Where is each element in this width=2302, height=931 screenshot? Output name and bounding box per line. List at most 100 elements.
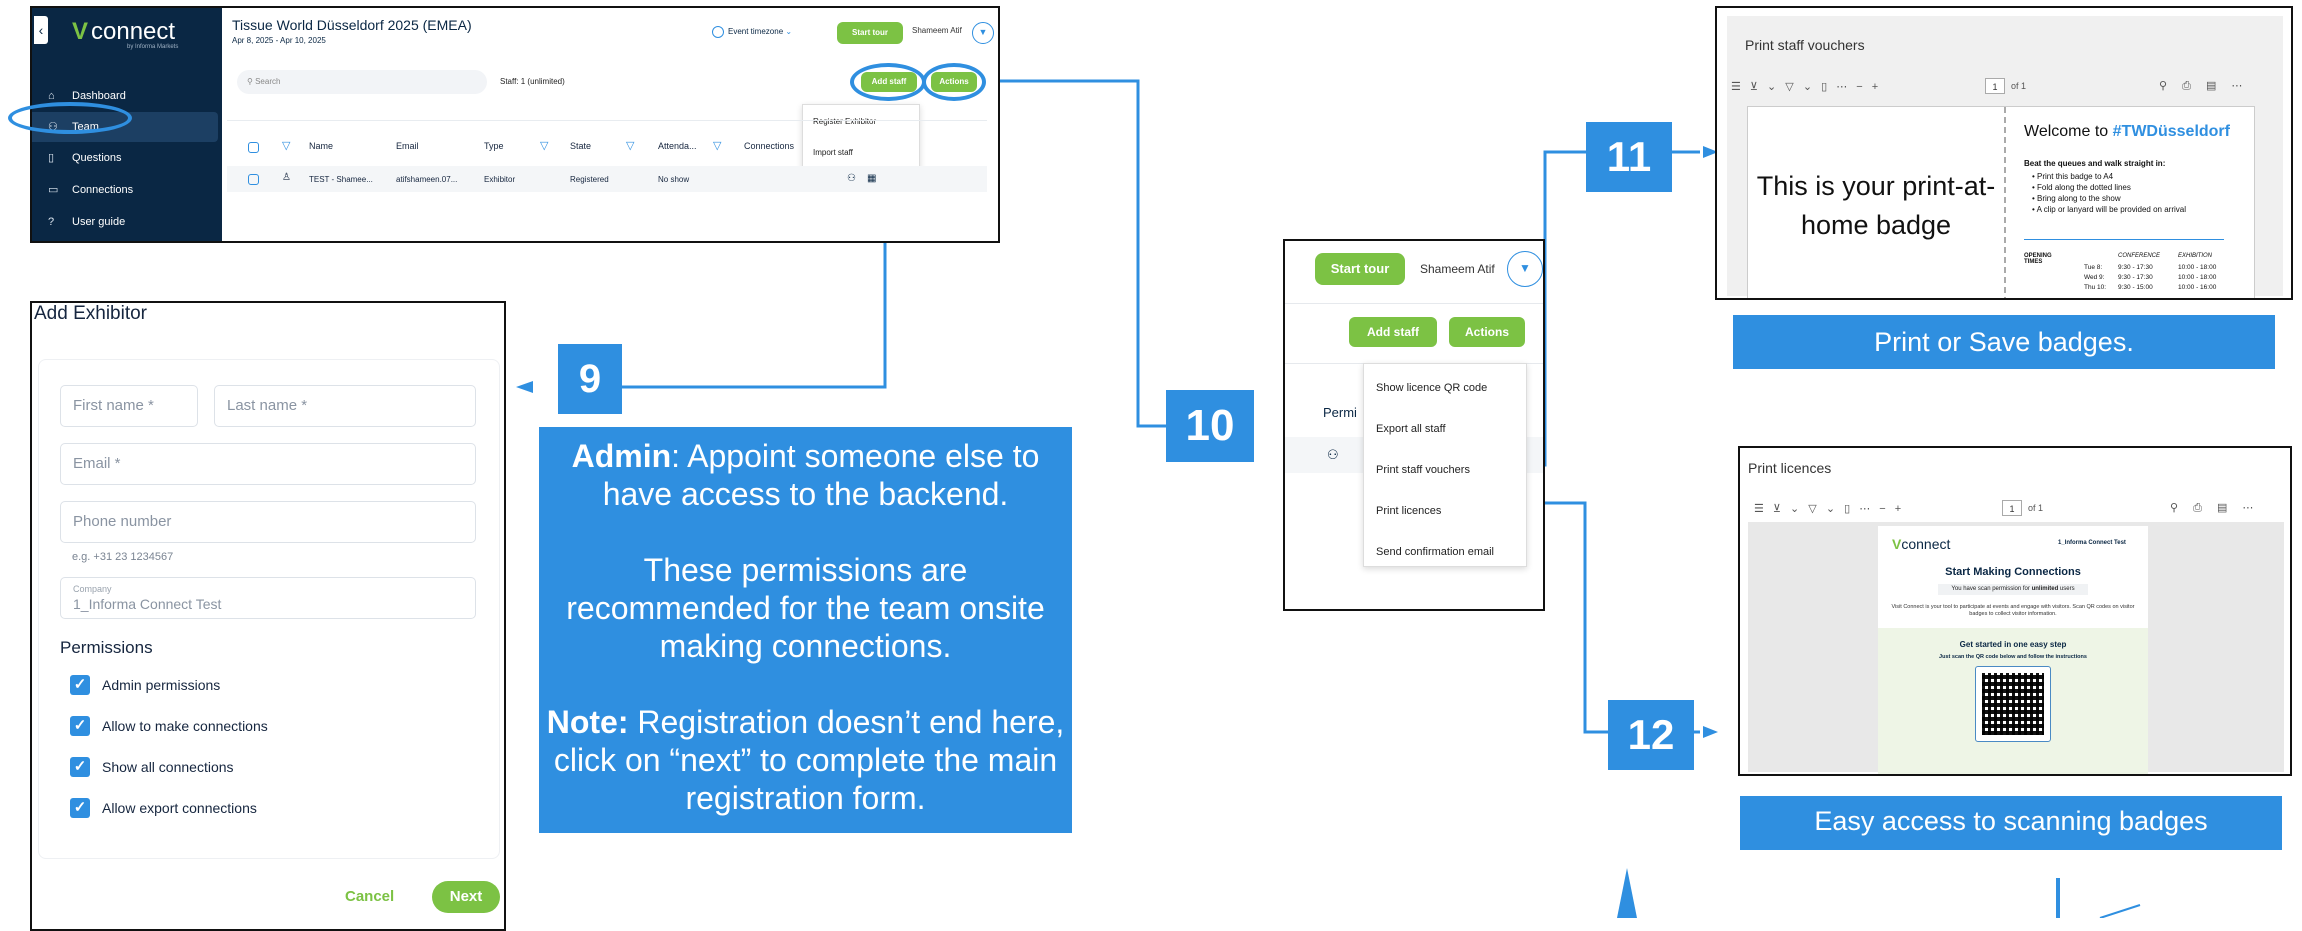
menu-register-exhibitor[interactable]: Register Exhibitor xyxy=(803,105,919,126)
qr-icon[interactable]: ▦ xyxy=(867,173,876,184)
highlight-add-staff xyxy=(850,63,926,101)
col-attendance[interactable]: Attenda... xyxy=(658,141,697,151)
col-state[interactable]: State xyxy=(570,141,591,151)
help-icon: ? xyxy=(48,216,55,228)
filter-icon[interactable]: ▽ xyxy=(713,139,721,152)
email-field[interactable]: Email * xyxy=(60,443,476,485)
page-count: of 1 xyxy=(2028,503,2044,513)
row-checkbox[interactable] xyxy=(248,174,259,185)
user-menu-button[interactable]: ▼ xyxy=(972,22,994,44)
page-count: of 1 xyxy=(2011,81,2027,91)
edit-permissions-icon[interactable]: ⚇ xyxy=(847,173,856,184)
company-field[interactable]: Company 1_Informa Connect Test xyxy=(60,577,476,619)
logo-subtitle: by Informa Markets xyxy=(127,44,179,50)
event-title: Tissue World Düsseldorf 2025 (EMEA) xyxy=(232,17,472,33)
export-connections-checkbox[interactable]: ✓ xyxy=(70,798,90,818)
page-number-input[interactable]: 1 xyxy=(2002,500,2022,516)
filter-icon[interactable]: ▽ xyxy=(540,139,548,152)
col-type[interactable]: Type xyxy=(484,141,504,151)
user-name: Shameem Atif xyxy=(912,26,962,35)
filter-icon[interactable]: ▽ xyxy=(626,139,634,152)
step-9-badge: 9 xyxy=(558,344,622,414)
connect-logo: Vconnect xyxy=(72,18,176,45)
menu-show-licence-qr[interactable]: Show licence QR code xyxy=(1376,382,1487,394)
start-tour-button[interactable]: Start tour xyxy=(1315,253,1405,285)
cell-attendance: No show xyxy=(658,175,690,184)
menu-print-staff-vouchers[interactable]: Print staff vouchers xyxy=(1376,464,1470,476)
user-menu-button[interactable]: ▼ xyxy=(1507,251,1543,287)
next-button[interactable]: Next xyxy=(432,881,500,913)
print-licences-window: Print licences ☰ ⊻ ⌄ ▽ ⌄ ▯ ⋯ − + 1 of 1 … xyxy=(1738,446,2292,776)
menu-send-confirmation-email[interactable]: Send confirmation email xyxy=(1376,546,1494,558)
sidebar-item-user-guide[interactable]: ? User guide xyxy=(32,207,218,237)
dialog-title: Print staff vouchers xyxy=(1745,37,1865,53)
col-name[interactable]: Name xyxy=(309,141,333,151)
print-vouchers-window: Print staff vouchers ☰ ⊻ ⌄ ▽ ⌄ ▯ ⋯ − + 1… xyxy=(1715,6,2293,300)
info-panel: Admin: Appoint someone else to have acce… xyxy=(539,427,1072,833)
divider xyxy=(1285,303,1543,304)
pdf-actions[interactable]: ⚲ ⎙ ▤ ⋯ xyxy=(2170,501,2259,515)
phone-field[interactable]: Phone number xyxy=(60,501,476,543)
badge-text: This is your print-at-home badge xyxy=(1756,171,1996,240)
opening-times: OPENING TIMES xyxy=(2024,253,2052,265)
col-connections[interactable]: Connections xyxy=(744,141,794,151)
clipboard-icon: ▯ xyxy=(48,152,55,164)
select-all-checkbox[interactable] xyxy=(248,142,259,153)
export-connections-label: Allow export connections xyxy=(102,800,257,816)
arrowhead-12 xyxy=(1703,726,1718,738)
pdf-actions[interactable]: ⚲ ⎙ ▤ ⋯ xyxy=(2159,79,2248,93)
menu-import-staff[interactable]: Import staff xyxy=(803,126,919,157)
edit-permissions-icon[interactable]: ⚇ xyxy=(1327,447,1339,463)
just-scan: Just scan the QR code below and follow t… xyxy=(1939,654,2087,660)
make-connections-checkbox[interactable]: ✓ xyxy=(70,716,90,736)
cancel-button[interactable]: Cancel xyxy=(345,888,394,905)
admin-permissions-checkbox[interactable]: ✓ xyxy=(70,675,90,695)
collapse-sidebar-button[interactable]: ‹ xyxy=(34,16,48,44)
filter-icon[interactable]: ▽ xyxy=(282,139,290,152)
sidebar-item-connections[interactable]: ▭ Connections xyxy=(32,175,218,205)
admin-note: Admin: Appoint someone else to have acce… xyxy=(571,438,1040,512)
person-icon: ♙ xyxy=(282,172,291,183)
step-11-badge: 11 xyxy=(1586,122,1672,192)
qr-code xyxy=(1975,666,2051,742)
dialog-title: Print licences xyxy=(1748,460,1832,476)
get-started: Get started in one easy step xyxy=(1959,640,2067,649)
timezone-selector[interactable]: Event timezone ⌄ xyxy=(712,26,792,38)
step-12-badge: 12 xyxy=(1608,700,1694,770)
instructions-list: • Print this badge to A4 • Fold along th… xyxy=(2032,172,2186,214)
cell-state: Registered xyxy=(570,175,609,184)
cell-email: atifshameen.07... xyxy=(396,175,458,184)
event-dates: Apr 8, 2025 - Apr 10, 2025 xyxy=(232,36,326,45)
permissions-partial: Permi xyxy=(1323,405,1357,420)
sidebar-item-questions[interactable]: ▯ Questions xyxy=(32,143,218,173)
permissions-note: These permissions are recommended for th… xyxy=(566,552,1045,664)
cell-type: Exhibitor xyxy=(484,175,516,184)
last-name-field[interactable]: Last name * xyxy=(214,385,476,427)
actions-button[interactable]: Actions xyxy=(1449,317,1525,347)
page-number-input[interactable]: 1 xyxy=(1985,78,2005,94)
start-tour-button[interactable]: Start tour xyxy=(837,22,903,44)
highlight-team xyxy=(8,102,132,134)
col-email[interactable]: Email xyxy=(396,141,419,151)
permissions-title: Permissions xyxy=(60,638,153,657)
menu-print-licences[interactable]: Print licences xyxy=(1376,505,1441,517)
registration-note: Note: Registration doesn’t end here, cli… xyxy=(546,704,1065,816)
search-input[interactable]: ⚲ Search xyxy=(237,70,487,94)
cell-name: TEST - Shamee... xyxy=(309,175,373,184)
first-name-field[interactable]: First name * xyxy=(60,385,198,427)
actions-dropdown: Register Exhibitor Import staff xyxy=(802,104,920,172)
admin-permissions-label: Admin permissions xyxy=(102,677,221,693)
add-staff-button[interactable]: Add staff xyxy=(1349,317,1437,347)
phone-hint: e.g. +31 23 1234567 xyxy=(72,551,174,563)
contact-card-icon: ▭ xyxy=(48,184,59,196)
actions-dropdown: Show licence QR code Export all staff Pr… xyxy=(1363,363,1527,567)
partial-line-right xyxy=(2099,904,2141,918)
highlight-actions xyxy=(922,63,986,101)
add-exhibitor-dialog: Add Exhibitor First name * Last name * E… xyxy=(30,301,506,931)
divider xyxy=(2024,239,2224,240)
user-name: Shameem Atif xyxy=(1420,262,1495,276)
show-connections-checkbox[interactable]: ✓ xyxy=(70,757,90,777)
partial-shape-right xyxy=(2056,878,2060,918)
clock-icon xyxy=(712,26,724,38)
menu-export-all-staff[interactable]: Export all staff xyxy=(1376,423,1446,435)
